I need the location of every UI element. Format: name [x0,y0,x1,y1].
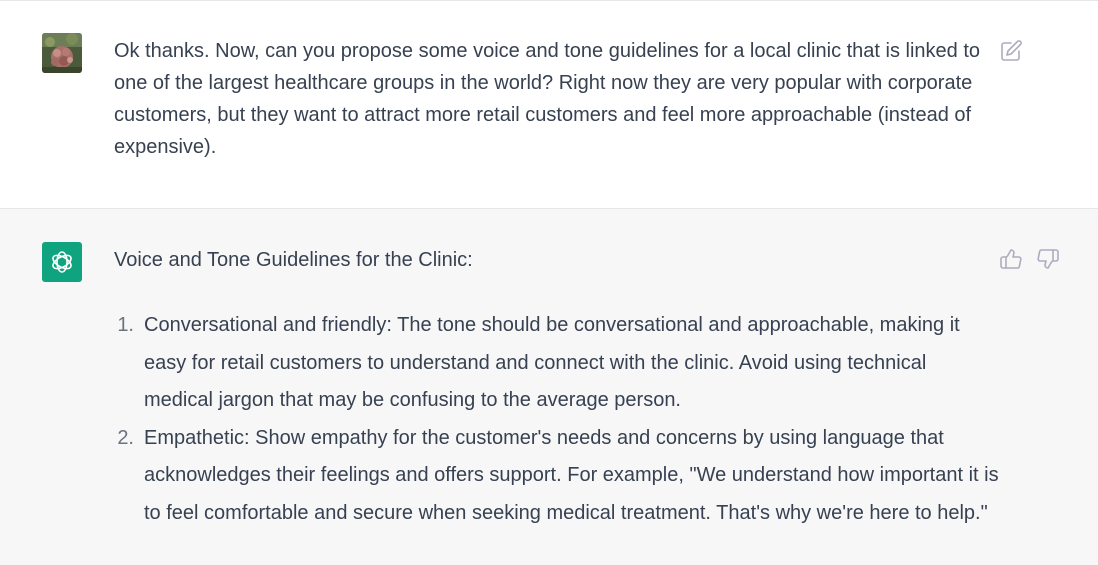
thumbs-down-icon [1037,249,1059,269]
flower-photo-avatar-icon [42,33,82,73]
edit-icon [1001,40,1022,61]
list-item: 1. Conversational and friendly: The tone… [110,307,1000,420]
list-item: 2. Empathetic: Show empathy for the cust… [110,420,1000,533]
assistant-message-row: Voice and Tone Guidelines for the Clinic… [0,209,1098,565]
user-message-text: Ok thanks. Now, can you propose some voi… [114,40,981,158]
guidelines-list: 1. Conversational and friendly: The tone… [110,307,1000,532]
list-item-number: 1. [117,314,134,336]
user-avatar [42,33,82,73]
assistant-intro-text: Voice and Tone Guidelines for the Clinic… [114,249,473,271]
list-item-text: Conversational and friendly: The tone sh… [144,314,960,411]
edit-message-button[interactable] [999,39,1023,63]
list-item-text: Empathetic: Show empathy for the custome… [144,426,999,524]
thumbs-up-button[interactable] [999,247,1023,271]
thumbs-down-button[interactable] [1036,247,1060,271]
openai-logo-icon [52,251,72,273]
list-item-number: 2. [117,426,134,449]
assistant-avatar [42,242,82,282]
user-message-row: Ok thanks. Now, can you propose some voi… [0,0,1098,209]
thumbs-up-icon [1000,249,1022,269]
